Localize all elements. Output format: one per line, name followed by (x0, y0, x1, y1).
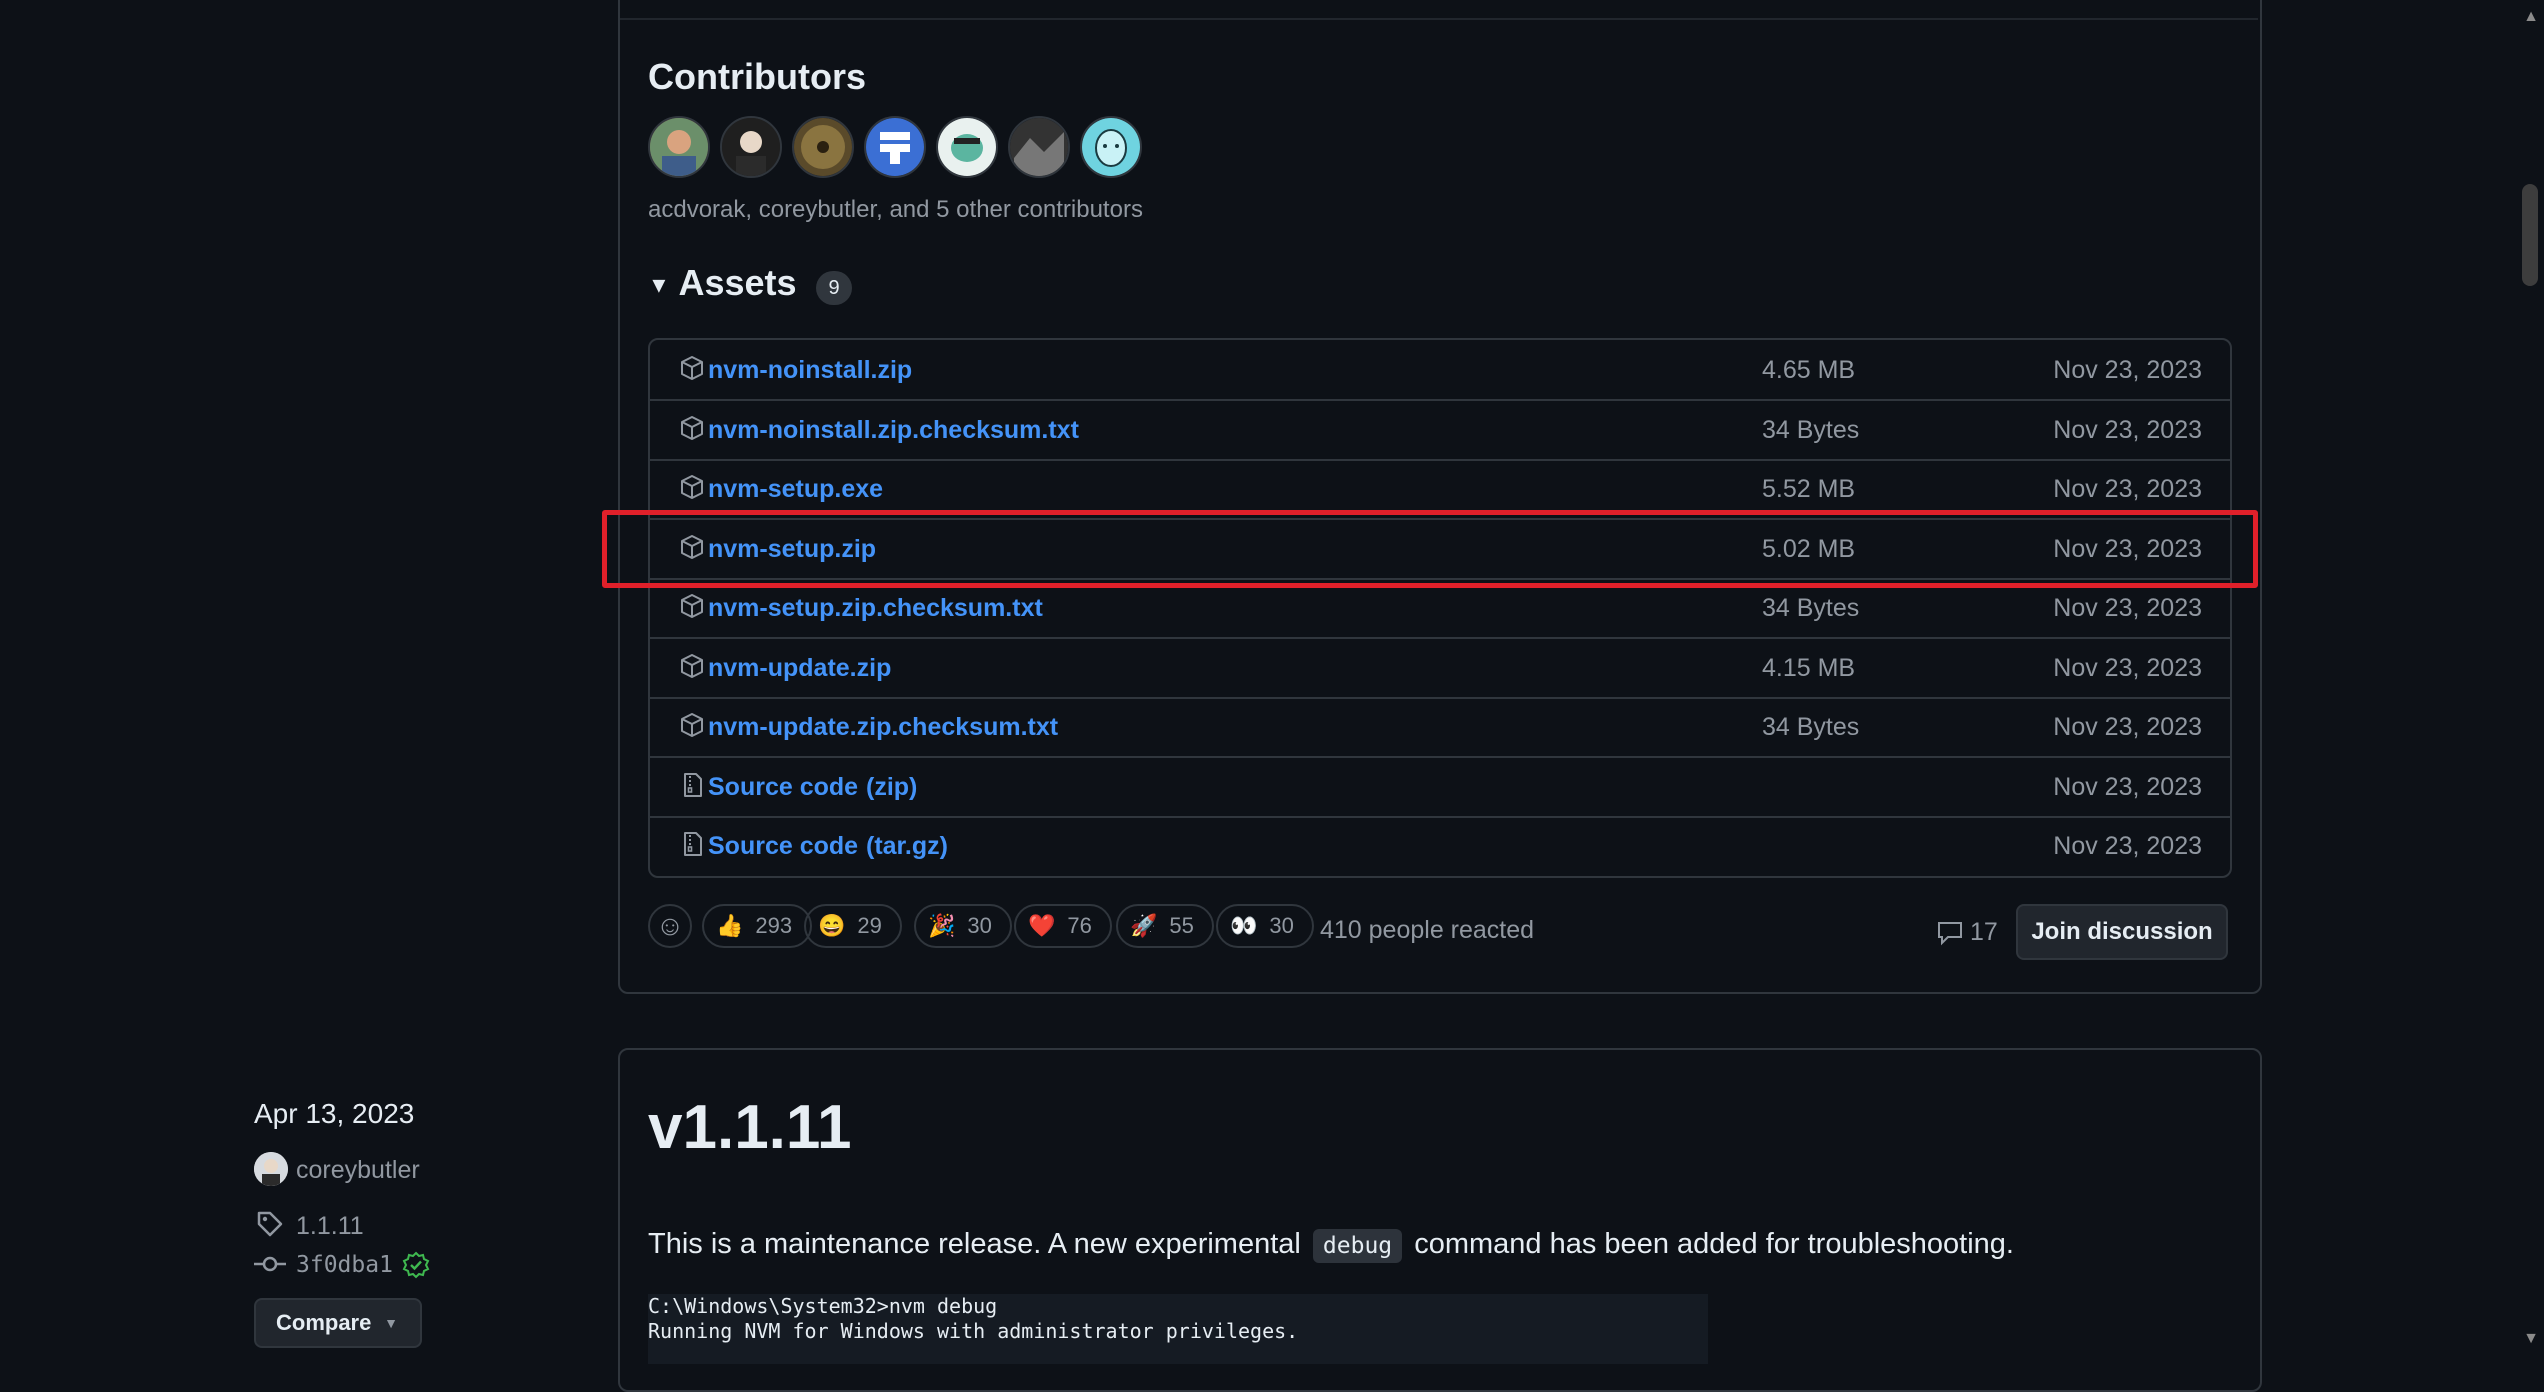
asset-row: nvm-noinstall.zip.checksum.txt 34 Bytes No… (650, 400, 2230, 461)
compare-dropdown-button[interactable]: Compare ▼ (254, 1298, 422, 1348)
reaction-count: 293 (755, 913, 793, 938)
asset-size: 34 Bytes (1762, 594, 1860, 622)
add-reaction-smiley-icon[interactable]: ☺ (648, 904, 692, 948)
desc-text-2: command has been added for troubleshooti… (1414, 1228, 2014, 1260)
asset-link[interactable]: nvm-noinstall.zip.checksum.txt (708, 416, 1079, 445)
asset-link[interactable]: Source code (708, 773, 858, 802)
package-icon (678, 711, 706, 739)
package-icon (678, 652, 706, 680)
reaction-button[interactable]: 🎉 30 (914, 904, 1012, 948)
reaction-button[interactable]: ❤️ 76 (1014, 904, 1112, 948)
reaction-button[interactable]: 🚀 55 (1116, 904, 1214, 948)
contributor-avatar[interactable] (864, 116, 926, 178)
asset-date: Nov 23, 2023 (2053, 594, 2202, 622)
asset-date: Nov 23, 2023 (2053, 415, 2202, 444)
asset-date: Nov 23, 2023 (2053, 713, 2202, 741)
assets-table: nvm-noinstall.zip 4.65 MB Nov 23, 2023 nvm-… (648, 338, 2232, 878)
contributor-avatar[interactable] (1008, 116, 1070, 178)
asset-link[interactable]: nvm-setup.zip.checksum.txt (708, 594, 1043, 623)
scroll-thumb[interactable] (2522, 184, 2538, 286)
divider (620, 18, 2258, 20)
comment-count[interactable]: 17 (1936, 918, 1998, 947)
asset-size: 34 Bytes (1762, 713, 1860, 741)
contributor-avatar[interactable] (1080, 116, 1142, 178)
reaction-count: 76 (1067, 913, 1092, 938)
release-description: This is a maintenance release. A new exp… (648, 1228, 2014, 1263)
desc-text-1: This is a maintenance release. A new exp… (648, 1228, 1301, 1260)
reaction-emoji-icon: 👍 (716, 913, 744, 938)
asset-row: nvm-update.zip.checksum.txt 34 Bytes Nov 2… (650, 697, 2230, 758)
release-date: Apr 13, 2023 (254, 1098, 415, 1129)
contributor-avatar[interactable] (648, 116, 710, 178)
assets-title: Assets (678, 262, 797, 303)
author-avatar[interactable] (254, 1152, 288, 1186)
reaction-button[interactable]: 😄 29 (804, 904, 902, 948)
asset-size: 5.52 MB (1762, 475, 1856, 503)
inline-code: debug (1312, 1229, 1403, 1263)
release-tag-link[interactable]: 1.1.11 (296, 1212, 364, 1241)
assets-count-badge: 9 (816, 271, 852, 305)
reaction-button[interactable]: 👀 30 (1216, 904, 1314, 948)
caret-down-icon: ▼ (384, 1315, 398, 1331)
comment-count-value: 17 (1970, 918, 1998, 946)
reactions-summary[interactable]: 410 people reacted (1320, 916, 1534, 945)
asset-size: 4.65 MB (1762, 356, 1856, 384)
reaction-count: 55 (1169, 913, 1194, 938)
asset-link-suffix[interactable]: (tar.gz) (866, 832, 948, 861)
compare-label: Compare (276, 1310, 372, 1335)
asset-date: Nov 23, 2023 (2053, 832, 2202, 860)
assets-toggle[interactable]: ▼ Assets (648, 262, 797, 304)
join-discussion-button[interactable]: Join discussion (2016, 904, 2228, 960)
reaction-button[interactable]: 👍 293 (702, 904, 813, 948)
file-zip-icon (678, 771, 706, 799)
reaction-emoji-icon: ❤️ (1028, 913, 1056, 938)
git-commit-icon (254, 1256, 286, 1272)
reaction-emoji-icon: 🚀 (1130, 913, 1158, 938)
asset-date: Nov 23, 2023 (2053, 653, 2202, 682)
contributor-avatar[interactable] (792, 116, 854, 178)
asset-date: Nov 23, 2023 (2053, 356, 2202, 384)
release-version-title[interactable]: v1.1.11 (648, 1092, 851, 1163)
scroll-up-arrow-icon[interactable]: ▲ (2520, 6, 2542, 28)
contributors-title: Contributors (648, 56, 866, 97)
package-icon (678, 414, 706, 442)
reaction-count: 30 (967, 913, 992, 938)
asset-row: Source code (tar.gz) Nov 23, 2023 (650, 816, 2230, 875)
file-zip-icon (678, 830, 706, 858)
scroll-down-arrow-icon[interactable]: ▼ (2520, 1328, 2542, 1350)
asset-link[interactable]: nvm-noinstall.zip (708, 356, 912, 385)
comment-icon (1938, 922, 1962, 946)
package-icon (678, 473, 706, 501)
reaction-emoji-icon: 👀 (1230, 913, 1258, 938)
reaction-emoji-icon: 🎉 (928, 913, 956, 938)
release-commit-link[interactable]: 3f0dba1 (296, 1252, 393, 1278)
asset-link[interactable]: nvm-setup.exe (708, 475, 883, 504)
contributor-avatar[interactable] (936, 116, 998, 178)
asset-date: Nov 23, 2023 (2053, 475, 2202, 503)
asset-link[interactable]: nvm-update.zip (708, 654, 891, 683)
asset-link[interactable]: Source code (708, 832, 858, 861)
asset-size: 4.15 MB (1762, 653, 1856, 682)
asset-row: nvm-update.zip 4.15 MB Nov 23, 2023 (650, 638, 2230, 699)
triangle-down-icon: ▼ (648, 272, 670, 298)
package-icon (678, 354, 706, 382)
asset-link[interactable]: nvm-update.zip.checksum.txt (708, 713, 1058, 742)
verified-check-icon[interactable] (402, 1251, 430, 1279)
asset-row: nvm-noinstall.zip 4.65 MB Nov 23, 2023 (650, 340, 2230, 401)
asset-size: 34 Bytes (1762, 415, 1860, 444)
asset-row: Source code (zip) Nov 23, 2023 (650, 757, 2230, 818)
contributors-summary: acdvorak, coreybutler, and 5 other contr… (648, 196, 1143, 223)
code-block: C:\Windows\System32>nvm debug Running NV… (648, 1294, 1708, 1364)
tag-icon (257, 1211, 283, 1237)
asset-link-suffix[interactable]: (zip) (866, 773, 917, 802)
release-author-link[interactable]: coreybutler (296, 1156, 420, 1185)
asset-date: Nov 23, 2023 (2053, 772, 2202, 801)
package-icon (678, 592, 706, 620)
highlight-box (602, 510, 2258, 588)
reaction-count: 29 (857, 913, 882, 938)
reaction-count: 30 (1269, 913, 1294, 938)
reaction-emoji-icon: 😄 (818, 913, 846, 938)
contributor-avatar[interactable] (720, 116, 782, 178)
